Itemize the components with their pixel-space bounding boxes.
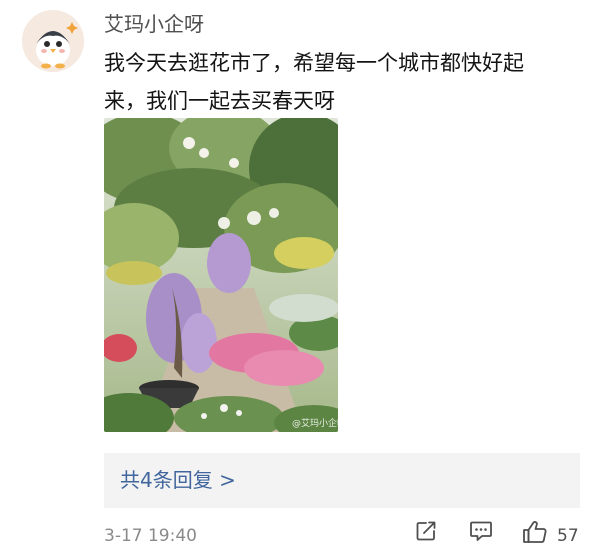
view-replies-label: 共4条回复 > xyxy=(120,468,236,492)
comment-card: 艾玛小企呀 我今天去逛花市了，希望每一个城市都快好起 来，我们一起去买春天呀 @… xyxy=(0,0,600,559)
comment-text: 我今天去逛花市了，希望每一个城市都快好起 来，我们一起去买春天呀 xyxy=(104,44,584,120)
share-button[interactable] xyxy=(415,520,437,542)
like-count: 57 xyxy=(557,526,579,546)
comment-text-line: 来，我们一起去买春天呀 xyxy=(104,89,335,113)
flower-market-photo-icon: @艾玛小企呀 xyxy=(104,118,338,432)
thumbs-up-icon xyxy=(523,521,547,543)
like-button[interactable] xyxy=(522,520,548,544)
comment-icon xyxy=(470,521,492,541)
comment-text-line: 我今天去逛花市了，希望每一个城市都快好起 xyxy=(104,51,524,75)
view-replies-button[interactable]: 共4条回复 > xyxy=(104,453,580,508)
comment-timestamp: 3-17 19:40 xyxy=(104,526,197,546)
comment-button[interactable] xyxy=(469,520,493,542)
username[interactable]: 艾玛小企呀 xyxy=(104,10,204,38)
attached-photo[interactable]: @艾玛小企呀 xyxy=(104,118,338,432)
share-icon xyxy=(416,521,436,541)
penguin-avatar-icon xyxy=(22,10,84,72)
avatar[interactable] xyxy=(22,10,84,72)
photo-watermark: @艾玛小企呀 xyxy=(292,417,338,429)
